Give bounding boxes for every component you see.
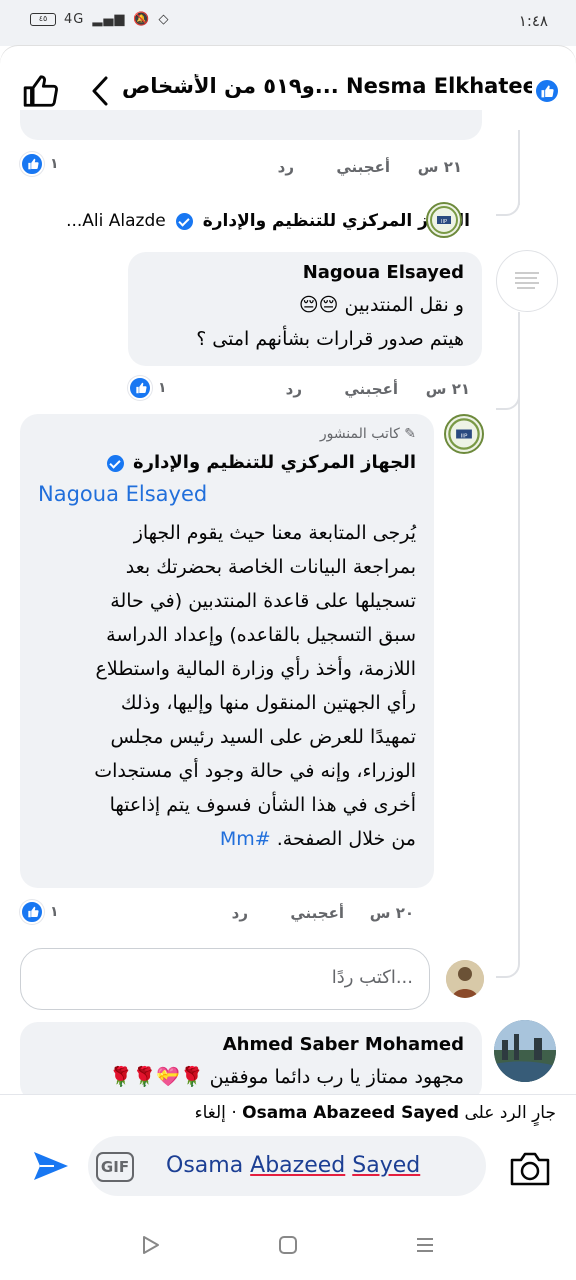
- input-word: Osama: [166, 1153, 244, 1178]
- reply-action[interactable]: رد: [232, 904, 248, 922]
- body-line: الوزراء، وإنه في حالة وجود أي مستجدات: [94, 760, 416, 782]
- ahmed-comment-bubble: Ahmed Saber Mohamed مجهود ممتاز يا رب دا…: [20, 1022, 482, 1102]
- reply-placeholder: اكتب ردًا...: [331, 967, 413, 988]
- like-reaction-icon: [20, 152, 44, 176]
- body-line: رأي الجهتين المنقول منها وإليها، وذلك: [120, 692, 416, 714]
- body-line: أخرى في هذا الشأن فسوف يتم إذاعتها: [109, 794, 416, 816]
- input-word: Sayed: [352, 1153, 421, 1178]
- user-avatar[interactable]: [446, 960, 484, 998]
- nav-recents-icon[interactable]: [414, 1234, 436, 1256]
- body-line: اللازمة، وأخذ رأي وزارة المالية واستطلاع: [95, 658, 416, 680]
- status-time: ١:٤٨: [518, 12, 548, 30]
- page-avatar-small[interactable]: IIP: [426, 202, 462, 238]
- reactions-summary-title[interactable]: و٥١٩ من الأشخاص... Nesma Elkhateeb: [122, 74, 532, 98]
- cancel-reply-button[interactable]: إلغاء: [195, 1103, 226, 1123]
- previous-comment-meta: ٢١ س أعجبني رد ١: [20, 150, 470, 180]
- hashtag-link[interactable]: #Mm: [220, 828, 271, 850]
- body-line: يُرجى المتابعة معنا حيث يقوم الجهاز: [133, 522, 416, 544]
- reaction-count[interactable]: ١: [20, 900, 59, 924]
- nagoua-comment-meta: ٢١ س أعجبني رد ١: [124, 376, 470, 406]
- comment-text-line-2: هيتم صدور قرارات بشأنهم امتى ؟: [196, 328, 464, 350]
- replying-name: Osama Abazeed Sayed: [242, 1103, 460, 1123]
- nav-home-icon[interactable]: [277, 1234, 299, 1256]
- body-line: سبق التسجيل بالقاعده) وإعداد الدراسة: [106, 624, 416, 646]
- like-reaction-icon: [128, 376, 152, 400]
- like-outline-icon[interactable]: [22, 72, 60, 110]
- like-action[interactable]: أعجبني: [336, 158, 390, 176]
- replying-prefix: جارٍ الرد على: [464, 1103, 557, 1123]
- reply-body: يُرجى المتابعة معنا حيث يقوم الجهاز بمرا…: [26, 516, 416, 856]
- comment-text-line-1: و نقل المنتدبين 😔😔: [298, 294, 464, 316]
- author-badge-label: كاتب المنشور: [319, 426, 400, 442]
- thread-curve: [496, 160, 520, 216]
- camera-icon[interactable]: [508, 1148, 552, 1188]
- gif-button[interactable]: GIF: [96, 1152, 134, 1182]
- page-avatar[interactable]: IIP: [444, 414, 484, 454]
- battery-icon: ٤٥: [30, 13, 56, 26]
- nav-back-icon[interactable]: [140, 1234, 162, 1256]
- signal-icon: ▂▄▆: [92, 12, 126, 27]
- previous-comment-bubble: [20, 110, 482, 140]
- body-line: بمراجعة البيانات الخاصة بحضرتك بعد: [125, 556, 416, 578]
- comment-author[interactable]: Ahmed Saber Mohamed: [223, 1034, 464, 1055]
- body-line-last: من خلال الصفحة. #Mm: [26, 822, 416, 856]
- comment-author[interactable]: الجهاز المركزي للتنظيم والإدارة: [133, 452, 416, 473]
- like-reaction-icon: [20, 900, 44, 924]
- comment-time: ٢١ س: [417, 158, 462, 176]
- like-action[interactable]: أعجبني: [290, 904, 344, 922]
- body-line: تمهيدًا للعرض على السيد رئيس مجلس: [110, 726, 416, 748]
- replying-to-bar: جارٍ الرد على Osama Abazeed Sayed · إلغا…: [195, 1103, 556, 1123]
- thread-curve: [496, 380, 520, 410]
- replies-preview[interactable]: ...Ali Alazde الجهاز المركزي للتنظيم وال…: [20, 204, 470, 238]
- send-icon[interactable]: [30, 1148, 70, 1184]
- ahmed-avatar[interactable]: [494, 1020, 556, 1082]
- svg-text:IIP: IIP: [461, 433, 468, 439]
- reaction-count[interactable]: ١: [20, 152, 59, 176]
- pencil-icon: ✎: [404, 426, 416, 442]
- mention-link[interactable]: Nagoua Elsayed: [38, 482, 207, 506]
- page-reply-meta: ٢٠ س أعجبني رد ١: [20, 900, 414, 930]
- thread-curve: [496, 950, 520, 978]
- separator: ·: [231, 1103, 237, 1123]
- network-label: 4G: [64, 12, 85, 27]
- comment-time: ٢٠ س: [369, 904, 414, 922]
- comment-input-value: Osama Abazeed Sayed: [166, 1153, 420, 1178]
- reaction-number: ١: [50, 904, 59, 920]
- author-badge: ✎ كاتب المنشور: [320, 426, 416, 442]
- reaction-count[interactable]: ١: [128, 376, 167, 400]
- reply-preview-tail: ...Ali Alazde: [66, 211, 166, 231]
- mute-icon: 🔕: [133, 12, 151, 27]
- status-icons: ٤٥ 4G ▂▄▆ 🔕 ◇: [30, 12, 170, 27]
- page-reply-bubble: ✎ كاتب المنشور الجهاز المركزي للتنظيم وا…: [20, 414, 434, 888]
- reply-action[interactable]: رد: [286, 380, 302, 398]
- svg-text:IIP: IIP: [441, 219, 447, 225]
- page-author-row: الجهاز المركزي للتنظيم والإدارة: [103, 452, 416, 473]
- thread-line: [518, 312, 520, 962]
- reaction-number: ١: [50, 156, 59, 172]
- verified-badge-icon: [175, 212, 193, 230]
- comment-time: ٢١ س: [425, 380, 470, 398]
- location-icon: ◇: [158, 12, 170, 27]
- chevron-left-icon[interactable]: [88, 74, 112, 108]
- reply-input[interactable]: اكتب ردًا...: [20, 948, 430, 1010]
- like-badge-icon: [534, 78, 560, 104]
- body-line-text: من خلال الصفحة.: [276, 828, 416, 850]
- body-line: تسجيلها على قاعدة المنتدبين (في حالة: [110, 590, 416, 612]
- input-word: Abazeed: [250, 1153, 346, 1178]
- nagoua-comment-bubble: Nagoua Elsayed و نقل المنتدبين 😔😔 هيتم ص…: [128, 252, 482, 366]
- comment-author[interactable]: Nagoua Elsayed: [303, 262, 464, 283]
- reaction-number: ١: [158, 380, 167, 396]
- nagoua-avatar[interactable]: [496, 250, 558, 312]
- like-action[interactable]: أعجبني: [344, 380, 398, 398]
- comment-text: مجهود ممتاز يا رب دائما موفقين 🌹💝🌹🌹: [108, 1066, 464, 1088]
- verified-badge-icon: [106, 455, 124, 472]
- reply-action[interactable]: رد: [278, 158, 294, 176]
